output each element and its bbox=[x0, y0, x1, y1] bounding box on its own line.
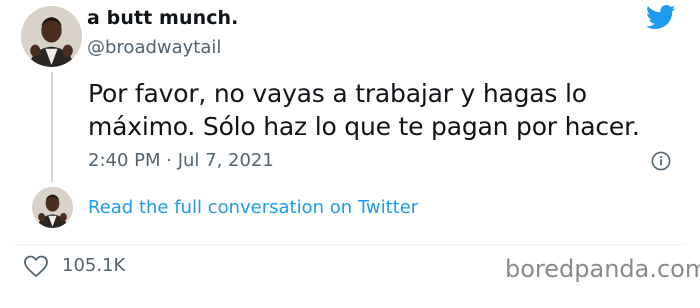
info-icon[interactable] bbox=[651, 151, 671, 171]
twitter-bird-icon[interactable] bbox=[645, 5, 676, 30]
tweet-text-line-2: máximo. Sólo haz lo que te pagan por hac… bbox=[88, 112, 640, 141]
thread-connector-line bbox=[51, 72, 53, 182]
tweet-timestamp[interactable]: 2:40 PM · Jul 7, 2021 bbox=[88, 150, 274, 171]
author-handle[interactable]: @broadwaytail bbox=[87, 37, 221, 58]
like-count: 105.1K bbox=[62, 255, 126, 276]
author-display-name[interactable]: a butt munch. bbox=[87, 7, 239, 29]
reader-avatar[interactable] bbox=[32, 187, 73, 228]
read-full-conversation-link[interactable]: Read the full conversation on Twitter bbox=[88, 197, 418, 218]
heart-icon[interactable] bbox=[23, 254, 49, 278]
tweet-text: Por favor, no vayas a trabajar y hagas l… bbox=[88, 77, 668, 143]
author-avatar[interactable] bbox=[21, 6, 82, 67]
watermark: boredpanda.com bbox=[505, 255, 700, 283]
divider bbox=[14, 244, 686, 245]
tweet-text-line-1: Por favor, no vayas a trabajar y hagas l… bbox=[88, 79, 587, 108]
